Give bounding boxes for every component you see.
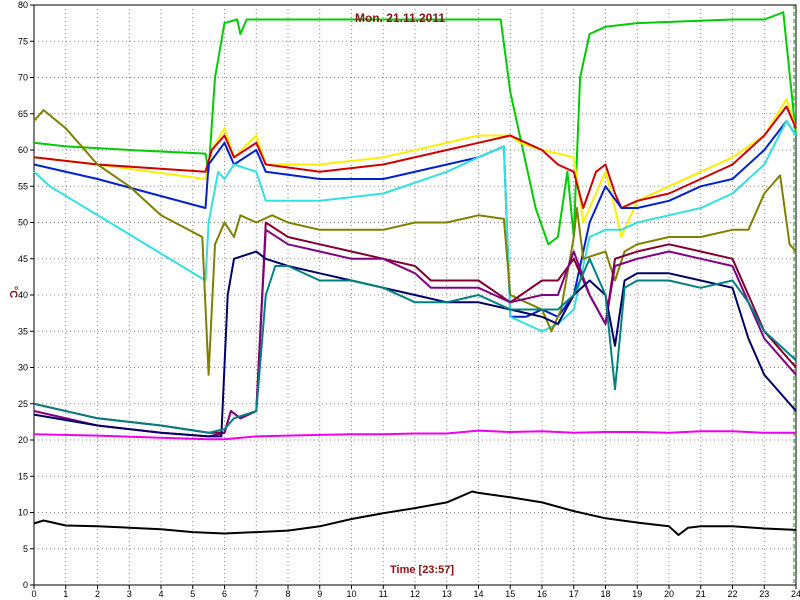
x-tick-label: 10 <box>346 589 356 599</box>
x-axis-title: Time [23:57] <box>390 564 454 576</box>
x-tick-label: 14 <box>473 589 483 599</box>
x-tick-label: 22 <box>727 589 737 599</box>
y-tick-label: 80 <box>18 0 28 10</box>
x-tick-label: 23 <box>759 589 769 599</box>
x-tick-label: 0 <box>31 589 36 599</box>
x-tick-label: 2 <box>95 589 100 599</box>
x-tick-label: 12 <box>410 589 420 599</box>
x-tick-label: 6 <box>222 589 227 599</box>
x-tick-label: 1 <box>63 589 68 599</box>
x-tick-label: 17 <box>569 589 579 599</box>
y-tick-label: 45 <box>18 254 28 264</box>
x-tick-label: 9 <box>317 589 322 599</box>
y-tick-label: 55 <box>18 181 28 191</box>
y-tick-label: 35 <box>18 326 28 336</box>
x-tick-label: 21 <box>696 589 706 599</box>
y-tick-label: 10 <box>18 508 28 518</box>
y-axis-title: °C <box>7 286 19 298</box>
y-tick-label: 70 <box>18 73 28 83</box>
x-tick-label: 24 <box>791 589 800 599</box>
x-tick-label: 20 <box>664 589 674 599</box>
x-tick-label: 13 <box>442 589 452 599</box>
y-tick-label: 75 <box>18 36 28 46</box>
y-tick-label: 25 <box>18 399 28 409</box>
y-tick-label: 30 <box>18 363 28 373</box>
y-tick-label: 65 <box>18 109 28 119</box>
y-tick-label: 0 <box>23 580 28 590</box>
x-tick-label: 15 <box>505 589 515 599</box>
x-tick-label: 16 <box>537 589 547 599</box>
y-tick-label: 15 <box>18 471 28 481</box>
x-tick-label: 19 <box>632 589 642 599</box>
y-tick-label: 20 <box>18 435 28 445</box>
x-tick-label: 7 <box>254 589 259 599</box>
x-tick-label: 8 <box>285 589 290 599</box>
y-tick-label: 60 <box>18 145 28 155</box>
y-tick-label: 50 <box>18 218 28 228</box>
x-tick-label: 5 <box>190 589 195 599</box>
x-tick-label: 4 <box>158 589 163 599</box>
x-tick-label: 18 <box>600 589 610 599</box>
y-tick-label: 5 <box>23 544 28 554</box>
x-tick-label: 3 <box>127 589 132 599</box>
chart-title: Mon. 21.11.2011 <box>355 11 445 25</box>
x-tick-label: 11 <box>379 589 388 599</box>
line-chart: 051015202530354045505560657075800 1 2 3 4 5 6 7… <box>7 0 800 599</box>
